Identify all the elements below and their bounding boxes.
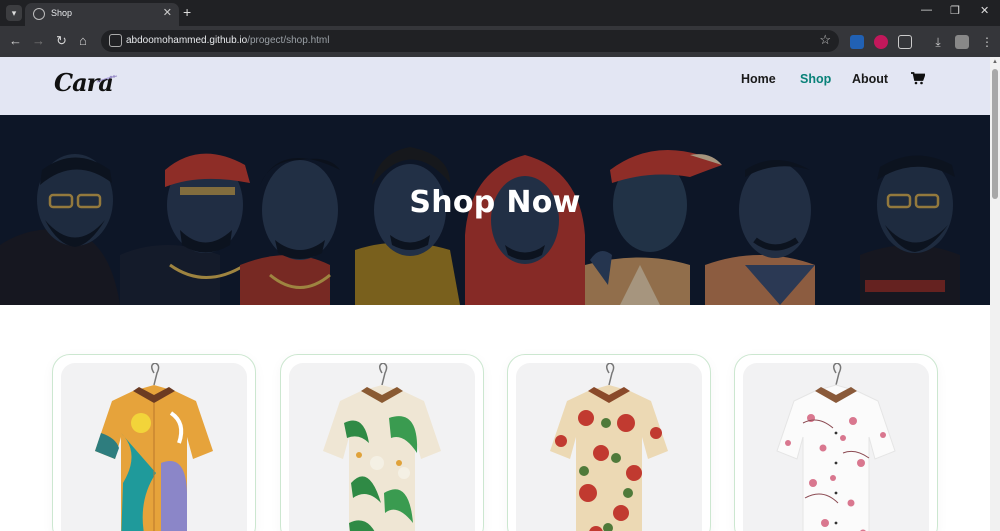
product-image[interactable]: [289, 363, 475, 531]
puzzle-icon[interactable]: [898, 35, 912, 49]
browser-tab[interactable]: Shop ✕: [25, 3, 179, 26]
nav-shop[interactable]: Shop: [800, 72, 831, 86]
cart-icon[interactable]: [911, 72, 925, 85]
back-arrow-icon[interactable]: ←: [9, 33, 22, 49]
product-image[interactable]: [516, 363, 702, 531]
product-grid: [0, 305, 990, 531]
site-info-icon[interactable]: [109, 34, 122, 47]
product-card[interactable]: [280, 354, 484, 531]
new-tab-button[interactable]: +: [183, 4, 191, 20]
forward-arrow-icon[interactable]: →: [32, 33, 45, 49]
product-card[interactable]: [734, 354, 938, 531]
reload-icon[interactable]: ↻: [56, 33, 67, 49]
nav-home[interactable]: Home: [741, 72, 776, 86]
extension-icon[interactable]: [850, 35, 864, 49]
lavender-sprig-icon: [96, 75, 118, 83]
kebab-menu-icon[interactable]: ⋮: [980, 35, 994, 49]
product-image[interactable]: [743, 363, 929, 531]
bookmark-star-icon[interactable]: ☆: [819, 32, 831, 48]
nav-about[interactable]: About: [852, 72, 888, 86]
close-tab-icon[interactable]: ✕: [163, 6, 172, 19]
url-text: abdoomohammed.github.io/progect/shop.htm…: [126, 35, 330, 46]
address-bar[interactable]: abdoomohammed.github.io/progect/shop.htm…: [101, 30, 839, 52]
tab-search-button[interactable]: ▾: [6, 5, 22, 21]
product-card[interactable]: [52, 354, 256, 531]
close-window-button[interactable]: ✕: [980, 4, 989, 17]
download-icon[interactable]: ⤓: [931, 35, 945, 49]
tab-title: Shop: [51, 8, 73, 18]
globe-icon: [33, 8, 45, 20]
scroll-thumb[interactable]: [992, 69, 998, 199]
extension-icon[interactable]: [874, 35, 888, 49]
hero-title: Shop Now: [409, 185, 581, 220]
minimize-button[interactable]: —: [921, 4, 932, 16]
product-card[interactable]: [507, 354, 711, 531]
site-header: Cara Home Shop About: [0, 57, 990, 115]
browser-tabstrip: ▾ Shop ✕ + — ❐ ✕: [0, 0, 1000, 26]
restore-button[interactable]: ❐: [950, 4, 960, 17]
product-image[interactable]: [61, 363, 247, 531]
hero-banner: Shop Now: [0, 115, 990, 305]
home-icon[interactable]: ⌂: [79, 33, 87, 49]
profile-icon[interactable]: [955, 35, 969, 49]
page-scrollbar[interactable]: ▲: [990, 57, 1000, 531]
scroll-up-icon[interactable]: ▲: [992, 59, 998, 65]
